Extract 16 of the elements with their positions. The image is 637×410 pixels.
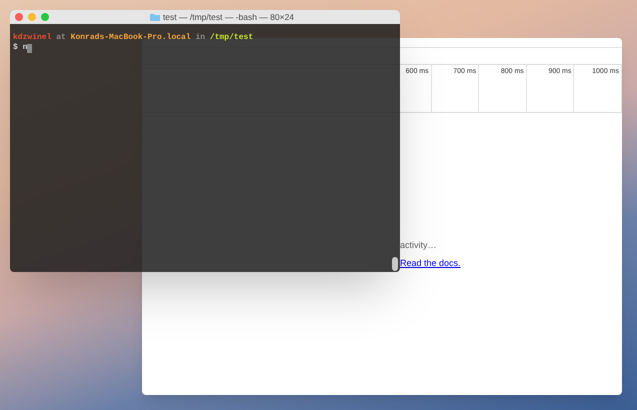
prompt-text: /tmp/test [210, 33, 254, 42]
close-button[interactable] [15, 13, 23, 21]
text-cursor [27, 44, 32, 52]
folder-icon [150, 13, 160, 21]
minimize-button[interactable] [28, 13, 36, 21]
zoom-button[interactable] [41, 13, 49, 21]
prompt-text: kdzwinel [13, 33, 52, 42]
window-title: test — /tmp/test — -bash — 80×24 [162, 10, 294, 24]
scrollbar-thumb[interactable] [392, 257, 398, 271]
prompt-text: Konrads-MacBook-Pro.local [70, 33, 191, 42]
docs-link[interactable]: Read the docs. [400, 258, 461, 268]
prompt-text: in [195, 33, 206, 42]
prompt-symbol: $ [13, 43, 18, 53]
prompt-text: at [56, 33, 66, 42]
status-message: activity… [400, 239, 437, 252]
command-input[interactable]: n [22, 43, 28, 53]
